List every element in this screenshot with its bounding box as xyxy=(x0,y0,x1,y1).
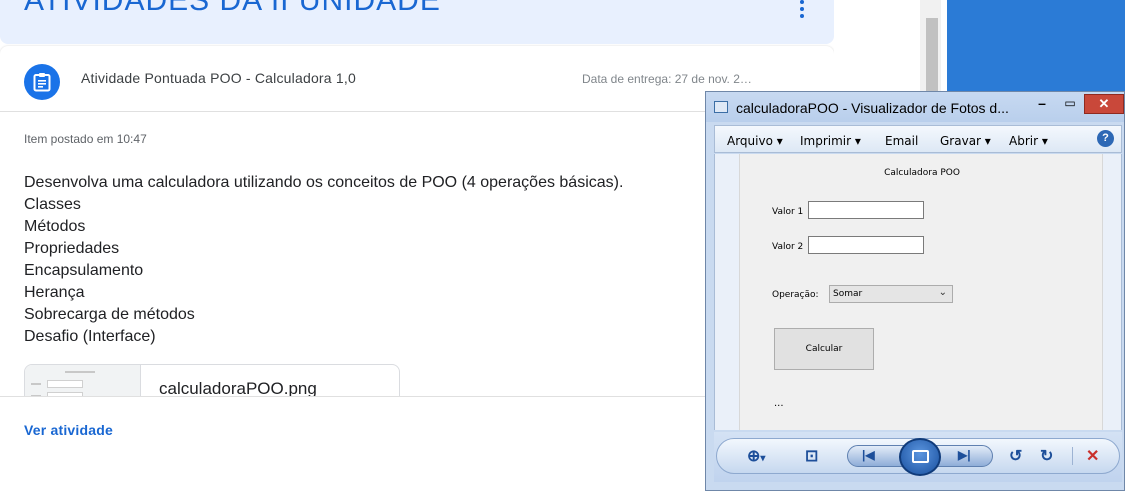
result-text: ... xyxy=(774,398,784,409)
calcular-button: Calcular xyxy=(774,328,874,370)
image-view-area: Calculadora POO Valor 1 Valor 2 Operação… xyxy=(714,154,1122,430)
photo-viewer-app-icon xyxy=(714,101,728,113)
valor1-field xyxy=(808,201,924,219)
chevron-down-icon: ⌄ xyxy=(938,287,947,298)
activity-description: Desenvolva uma calculadora utilizando os… xyxy=(24,172,623,348)
minimize-button[interactable]: – xyxy=(1028,94,1056,114)
menu-imprimir-label: Imprimir xyxy=(800,134,852,148)
description-line: Desenvolva uma calculadora utilizando os… xyxy=(24,174,624,191)
operacao-value: Somar xyxy=(833,289,863,299)
description-line: Encapsulamento xyxy=(24,262,144,279)
description-line: Métodos xyxy=(24,218,86,235)
description-line: Sobrecarga de métodos xyxy=(24,306,195,323)
next-icon[interactable]: ▶| xyxy=(958,448,971,462)
calculator-screenshot: Calculadora POO Valor 1 Valor 2 Operação… xyxy=(739,154,1103,430)
rotate-left-icon[interactable]: ↺ xyxy=(1009,446,1022,466)
rotate-right-icon[interactable]: ↻ xyxy=(1040,446,1053,466)
description-line: Herança xyxy=(24,284,85,301)
close-button[interactable]: ✕ xyxy=(1084,94,1124,114)
previous-icon[interactable]: |◀ xyxy=(862,448,875,462)
activity-title: Atividade Pontuada POO - Calculadora 1,0 xyxy=(81,70,356,86)
menu-gravar-label: Gravar xyxy=(940,134,981,148)
description-line: Propriedades xyxy=(24,240,120,257)
valor2-label: Valor 2 xyxy=(772,242,804,252)
assignment-icon xyxy=(24,64,60,100)
valor1-label: Valor 1 xyxy=(772,207,804,217)
viewer-toolbar: ⊕▾ ⊡ |◀ ▶| ↺ ↻ ✕ xyxy=(714,432,1122,482)
desktop-background xyxy=(947,0,1125,100)
unit-banner: ATIVIDADES DA II UNIDADE xyxy=(0,0,834,44)
delete-icon[interactable]: ✕ xyxy=(1086,446,1099,466)
calculator-title: Calculadora POO xyxy=(884,168,960,178)
screen: ATIVIDADES DA II UNIDADE Atividade Pontu… xyxy=(0,0,1125,491)
zoom-icon[interactable]: ⊕▾ xyxy=(747,446,765,466)
posted-time: Item postado em 10:47 xyxy=(24,132,147,146)
description-line: Desafio (Interface) xyxy=(24,328,156,345)
toolbar-divider xyxy=(1072,447,1073,465)
toolbar-pill: ⊕▾ ⊡ |◀ ▶| ↺ ↻ ✕ xyxy=(716,438,1120,476)
photo-viewer-window: calculadoraPOO - Visualizador de Fotos d… xyxy=(705,91,1125,491)
menu-email-label: Email xyxy=(885,134,919,148)
view-activity-link[interactable]: Ver atividade xyxy=(24,422,113,438)
menu-arquivo[interactable]: Arquivo ▾ xyxy=(727,134,783,148)
card-footer: Ver atividade xyxy=(0,396,705,491)
slideshow-icon[interactable] xyxy=(899,438,941,476)
window-title: calculadoraPOO - Visualizador de Fotos d… xyxy=(736,100,1009,116)
description-line: Classes xyxy=(24,196,81,213)
help-icon[interactable]: ? xyxy=(1097,130,1114,147)
menu-email[interactable]: Email xyxy=(885,134,918,148)
kebab-menu-icon[interactable] xyxy=(796,0,808,20)
due-date: Data de entrega: 27 de nov. 2… xyxy=(582,72,752,86)
unit-title: ATIVIDADES DA II UNIDADE xyxy=(24,0,441,17)
page-margin xyxy=(834,0,920,100)
menu-gravar[interactable]: Gravar ▾ xyxy=(940,134,991,148)
actual-size-icon[interactable]: ⊡ xyxy=(805,446,818,466)
menu-arquivo-label: Arquivo xyxy=(727,134,773,148)
valor2-field xyxy=(808,236,924,254)
photo-viewer-titlebar[interactable]: calculadoraPOO - Visualizador de Fotos d… xyxy=(706,92,1124,122)
menu-bar: Arquivo ▾ Imprimir ▾ Email Gravar ▾ Abri… xyxy=(714,125,1122,153)
menu-imprimir[interactable]: Imprimir ▾ xyxy=(800,134,861,148)
scrollbar-thumb[interactable] xyxy=(926,18,938,94)
operacao-label: Operação: xyxy=(772,290,819,300)
operacao-select: Somar ⌄ xyxy=(829,285,953,303)
menu-abrir-label: Abrir xyxy=(1009,134,1039,148)
maximize-button[interactable]: ▭ xyxy=(1056,94,1084,114)
menu-abrir[interactable]: Abrir ▾ xyxy=(1009,134,1048,148)
